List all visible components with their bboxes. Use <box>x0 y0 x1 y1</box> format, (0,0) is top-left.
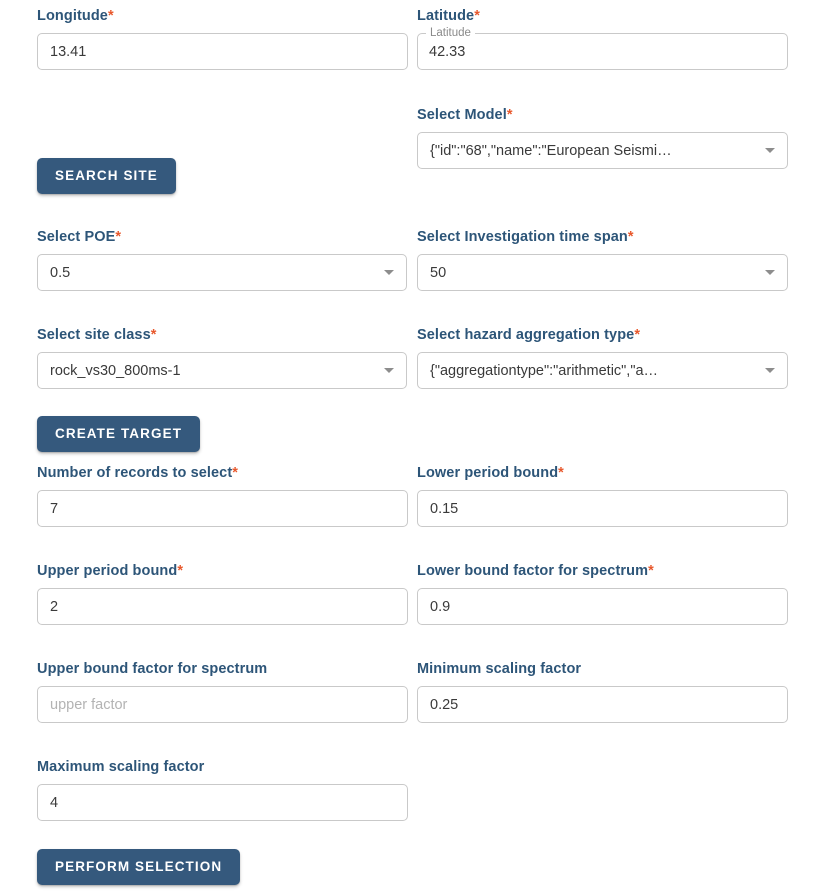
label-select-model: Select Model* <box>417 107 788 124</box>
field-investigation-time-span: Select Investigation time span* 50 <box>417 229 788 291</box>
lower-bound-factor-value: 0.9 <box>430 598 451 615</box>
label-longitude: Longitude* <box>37 8 408 25</box>
minimum-scaling-factor-input[interactable]: 0.25 <box>417 686 788 723</box>
search-site-button[interactable]: SEARCH SITE <box>37 158 176 194</box>
label-latitude-text: Latitude <box>417 8 475 24</box>
lower-period-bound-input[interactable]: 0.15 <box>417 490 788 527</box>
label-select-site-class-text: Select site class <box>37 327 151 343</box>
field-number-of-records: Number of records to select* 7 <box>37 465 408 527</box>
field-select-site-class: Select site class* rock_vs30_800ms-1 <box>37 327 407 389</box>
label-investigation-time-span: Select Investigation time span* <box>417 229 788 246</box>
form-page: Longitude* 13.41 Latitude* Latitude 42.3… <box>0 0 822 892</box>
select-model-value: {"id":"68","name":"European Seismi… <box>430 142 672 159</box>
perform-selection-button[interactable]: PERFORM SELECTION <box>37 849 241 885</box>
minimum-scaling-factor-value: 0.25 <box>430 696 459 713</box>
select-site-class-value: rock_vs30_800ms-1 <box>50 362 181 379</box>
lower-bound-factor-input[interactable]: 0.9 <box>417 588 788 625</box>
field-longitude: Longitude* 13.41 <box>37 8 408 70</box>
field-maximum-scaling-factor: Maximum scaling factor 4 <box>37 759 408 821</box>
investigation-time-span-dropdown[interactable]: 50 <box>417 254 788 291</box>
select-poe-dropdown[interactable]: 0.5 <box>37 254 407 291</box>
field-lower-period-bound: Lower period bound* 0.15 <box>417 465 788 527</box>
label-upper-period-bound: Upper period bound* <box>37 563 408 580</box>
field-select-poe: Select POE* 0.5 <box>37 229 407 291</box>
required-marker: * <box>627 229 634 245</box>
required-marker: * <box>506 107 513 123</box>
label-maximum-scaling-factor: Maximum scaling factor <box>37 759 205 775</box>
label-investigation-time-span-text: Select Investigation time span <box>417 229 628 245</box>
chevron-down-icon <box>765 148 775 153</box>
required-marker: * <box>232 465 239 481</box>
label-lower-bound-factor: Lower bound factor for spectrum* <box>417 563 788 580</box>
chevron-down-icon <box>384 270 394 275</box>
chevron-down-icon <box>384 368 394 373</box>
maximum-scaling-factor-input[interactable]: 4 <box>37 784 408 821</box>
label-minimum-scaling-factor: Minimum scaling factor <box>417 661 582 677</box>
lower-period-bound-value: 0.15 <box>430 500 459 517</box>
number-of-records-value: 7 <box>50 500 59 517</box>
latitude-input[interactable]: Latitude 42.33 <box>417 27 788 70</box>
hazard-aggregation-type-value: {"aggregationtype":"arithmetic","a… <box>430 362 659 379</box>
label-select-model-text: Select Model <box>417 107 507 123</box>
required-marker: * <box>558 465 564 481</box>
field-hazard-aggregation-type: Select hazard aggregation type* {"aggreg… <box>417 327 788 389</box>
chevron-down-icon <box>765 368 775 373</box>
label-hazard-aggregation-type: Select hazard aggregation type* <box>417 327 788 344</box>
required-marker: * <box>474 8 480 24</box>
number-of-records-input[interactable]: 7 <box>37 490 408 527</box>
upper-period-bound-input[interactable]: 2 <box>37 588 408 625</box>
label-upper-bound-factor: Upper bound factor for spectrum <box>37 661 268 677</box>
label-lower-period-bound-text: Lower period bound <box>417 465 559 481</box>
maximum-scaling-factor-value: 4 <box>50 794 59 811</box>
label-latitude: Latitude* <box>417 8 788 25</box>
latitude-value: 42.33 <box>429 43 466 60</box>
label-lower-period-bound: Lower period bound* <box>417 465 788 482</box>
create-target-button[interactable]: CREATE TARGET <box>37 416 201 452</box>
label-longitude-text: Longitude <box>37 8 108 24</box>
chevron-down-icon <box>765 270 775 275</box>
hazard-aggregation-type-dropdown[interactable]: {"aggregationtype":"arithmetic","a… <box>417 352 788 389</box>
required-marker: * <box>634 327 641 343</box>
required-marker: * <box>177 563 184 579</box>
label-number-of-records-text: Number of records to select <box>37 465 233 481</box>
field-upper-period-bound: Upper period bound* 2 <box>37 563 408 625</box>
field-select-model: Select Model* {"id":"68","name":"Europea… <box>417 107 788 169</box>
upper-period-bound-value: 2 <box>50 598 59 615</box>
field-minimum-scaling-factor: Minimum scaling factor 0.25 <box>417 661 788 723</box>
required-marker: * <box>648 563 654 579</box>
label-select-poe: Select POE* <box>37 229 407 246</box>
label-upper-period-bound-text: Upper period bound <box>37 563 178 579</box>
investigation-time-span-value: 50 <box>430 264 447 281</box>
required-marker: * <box>150 327 157 343</box>
select-model-dropdown[interactable]: {"id":"68","name":"European Seismi… <box>417 132 788 169</box>
select-poe-value: 0.5 <box>50 264 71 281</box>
longitude-input[interactable]: 13.41 <box>37 33 408 70</box>
upper-bound-factor-placeholder: upper factor <box>50 696 128 713</box>
longitude-value: 13.41 <box>50 43 87 60</box>
label-lower-bound-factor-text: Lower bound factor for spectrum <box>417 563 649 579</box>
label-select-site-class: Select site class* <box>37 327 407 344</box>
required-marker: * <box>115 229 122 245</box>
field-upper-bound-factor: Upper bound factor for spectrum upper fa… <box>37 661 408 723</box>
label-number-of-records: Number of records to select* <box>37 465 408 482</box>
field-lower-bound-factor: Lower bound factor for spectrum* 0.9 <box>417 563 788 625</box>
field-latitude: Latitude* Latitude 42.33 <box>417 8 788 70</box>
required-marker: * <box>107 8 114 24</box>
label-hazard-aggregation-type-text: Select hazard aggregation type <box>417 327 635 343</box>
upper-bound-factor-input[interactable]: upper factor <box>37 686 408 723</box>
label-select-poe-text: Select POE <box>37 229 116 245</box>
select-site-class-dropdown[interactable]: rock_vs30_800ms-1 <box>37 352 407 389</box>
